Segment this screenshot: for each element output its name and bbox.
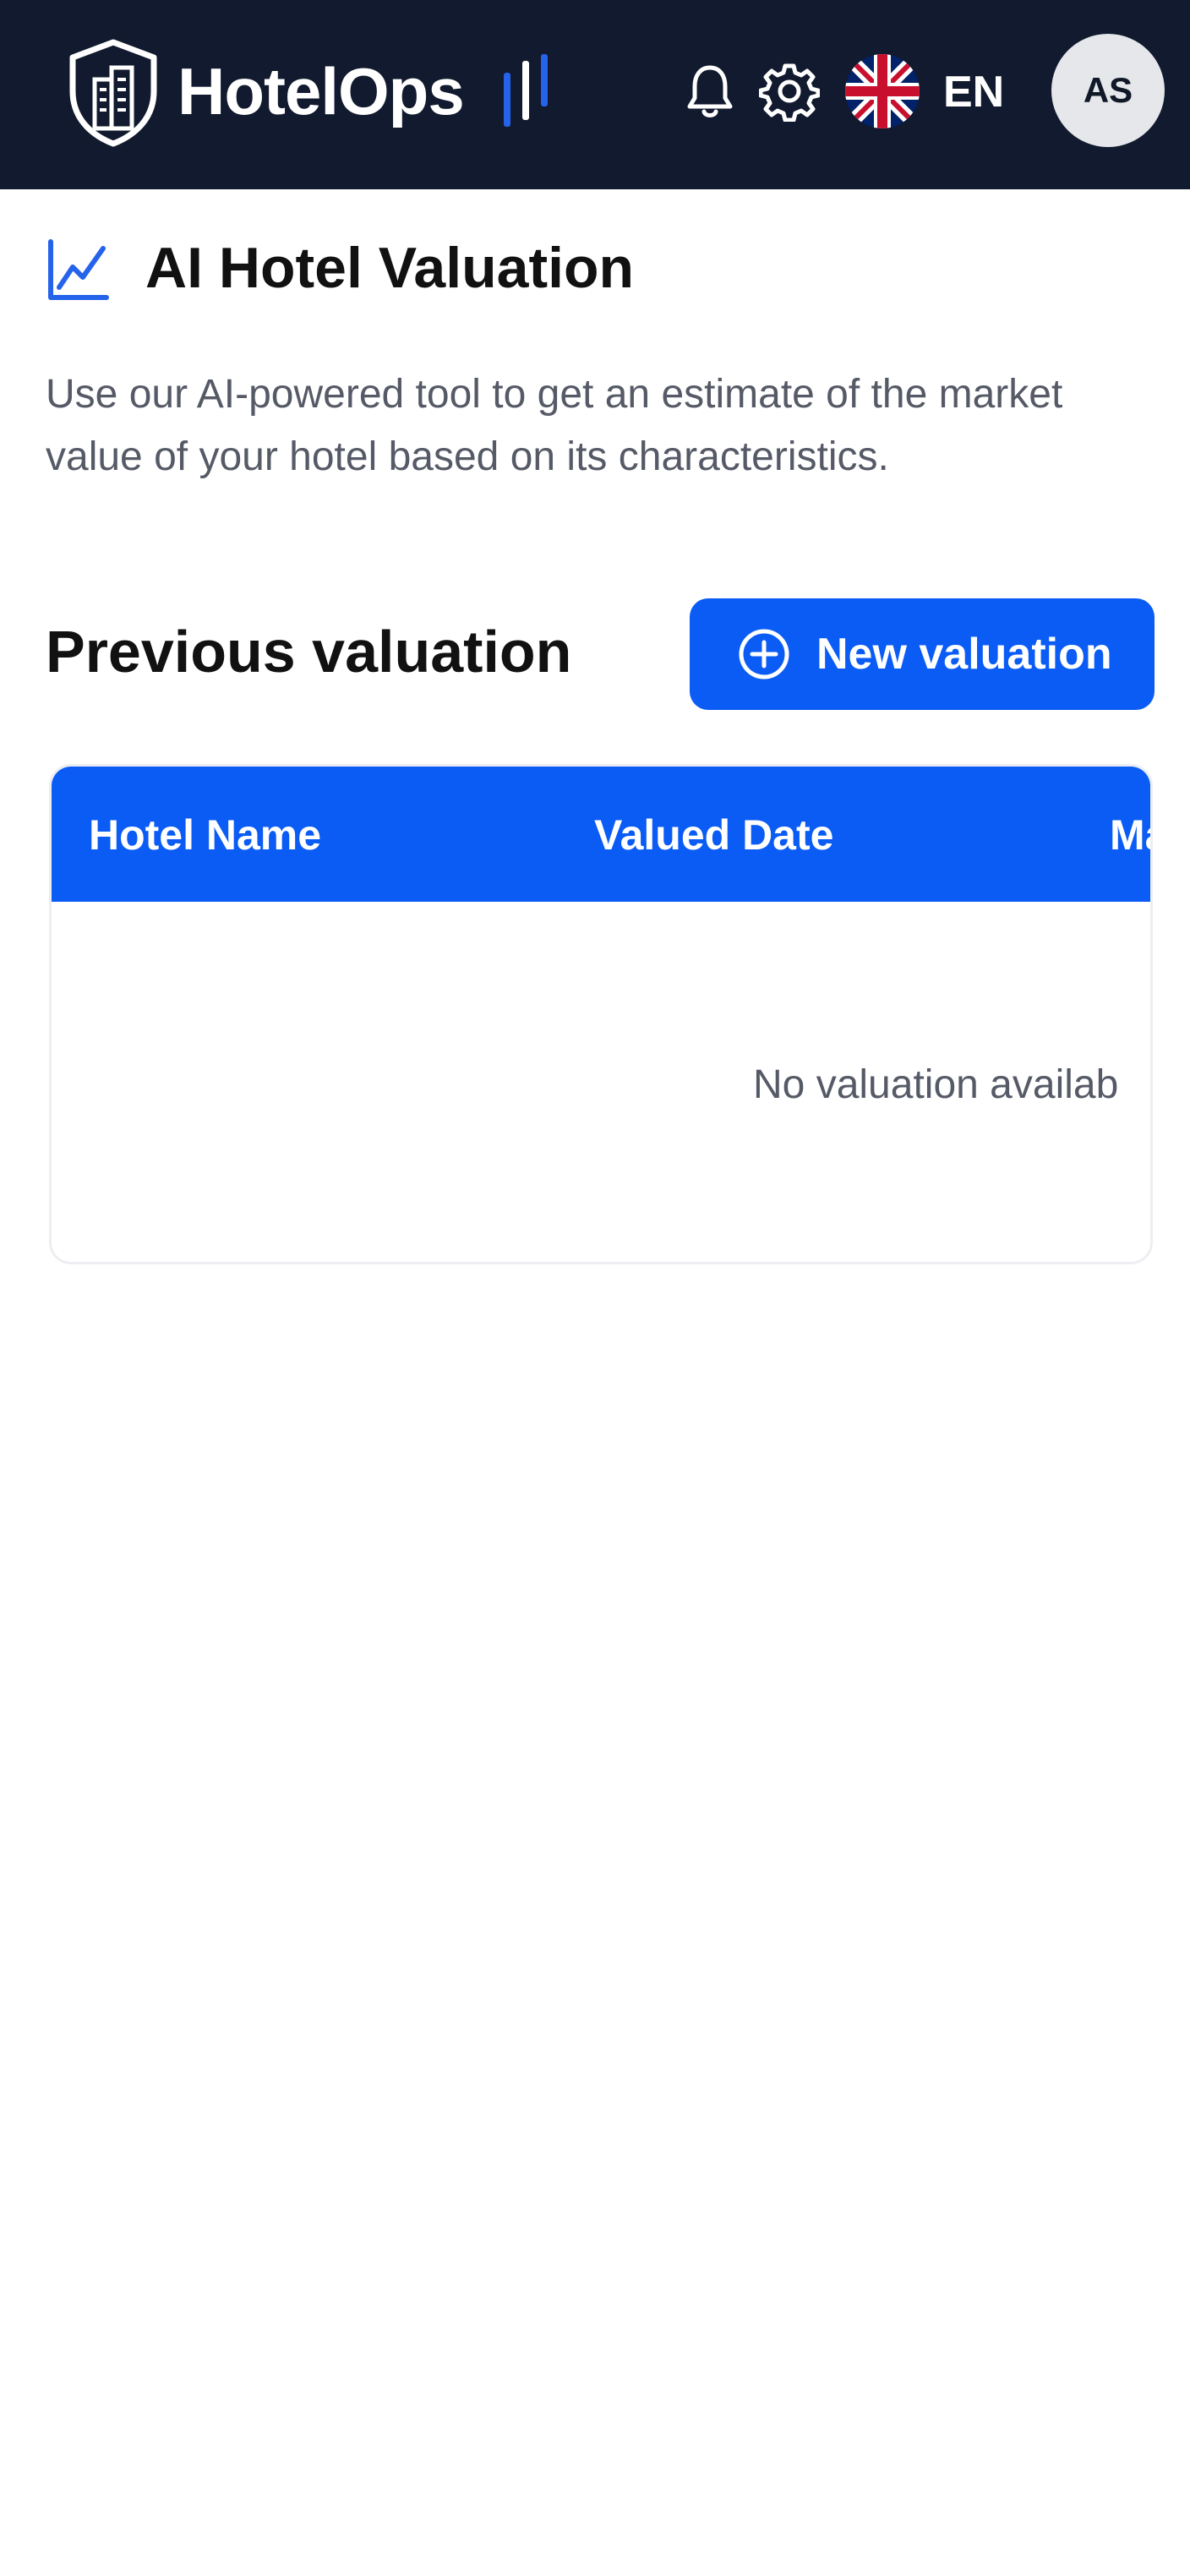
column-header-market-value[interactable]: Ma bbox=[1110, 809, 1150, 861]
bell-icon[interactable] bbox=[683, 61, 737, 122]
language-selector[interactable]: EN bbox=[943, 66, 1004, 118]
new-valuation-button[interactable]: New valuation bbox=[690, 598, 1155, 710]
new-valuation-label: New valuation bbox=[816, 630, 1112, 679]
logo-bars-icon bbox=[504, 54, 548, 127]
column-header-valued-date[interactable]: Valued Date bbox=[594, 809, 833, 861]
page-title: AI Hotel Valuation bbox=[145, 236, 635, 300]
gear-icon[interactable] bbox=[759, 61, 820, 122]
top-navigation-bar: HotelOps EN AS bbox=[0, 0, 1190, 189]
table-header: Hotel Name Valued Date Ma bbox=[52, 767, 1150, 902]
user-avatar[interactable]: AS bbox=[1051, 34, 1165, 147]
app-name[interactable]: HotelOps bbox=[177, 52, 465, 130]
plus-circle-icon bbox=[739, 629, 789, 679]
valuations-table: Hotel Name Valued Date Ma No valuation a… bbox=[49, 764, 1153, 1264]
column-header-hotel-name[interactable]: Hotel Name bbox=[89, 809, 321, 861]
line-chart-icon bbox=[48, 239, 109, 300]
uk-flag-icon[interactable] bbox=[845, 54, 920, 128]
page-description: Use our AI-powered tool to get an estima… bbox=[46, 372, 1063, 479]
previous-valuation-heading: Previous valuation bbox=[46, 619, 572, 685]
empty-state-message: No valuation availab bbox=[753, 1062, 1119, 1107]
logo-shield-icon[interactable] bbox=[66, 39, 161, 147]
